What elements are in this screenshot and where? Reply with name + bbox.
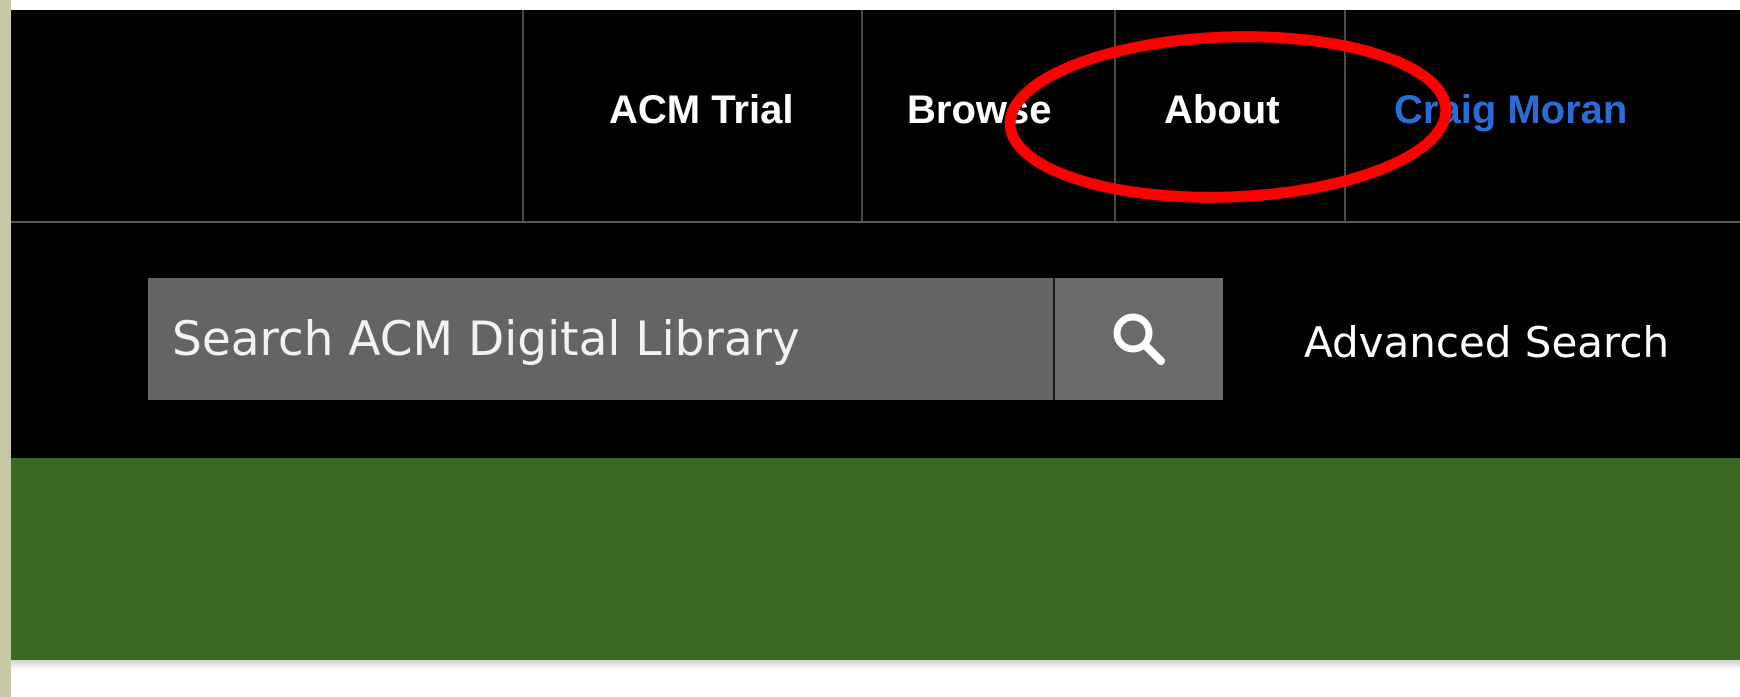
top-strip: [11, 0, 1740, 10]
banner-shadow: [11, 660, 1740, 670]
nav-separator: [861, 10, 863, 221]
nav-separator: [522, 10, 524, 221]
nav-item-browse[interactable]: Browse: [907, 80, 1052, 140]
top-navigation: ACM Trial Browse About Craig Moran: [11, 10, 1740, 223]
hero-banner: [11, 458, 1740, 660]
user-account-link[interactable]: Craig Moran: [1394, 80, 1627, 140]
site-header: ACM Trial Browse About Craig Moran Advan…: [11, 10, 1740, 458]
search-input[interactable]: [148, 278, 1048, 400]
nav-separator: [1344, 10, 1346, 221]
nav-item-acm-trial[interactable]: ACM Trial: [609, 80, 793, 140]
left-edge: [0, 0, 11, 697]
advanced-search-link[interactable]: Advanced Search: [1304, 315, 1669, 371]
page: ACM Trial Browse About Craig Moran Advan…: [0, 0, 1740, 697]
search-bar: [148, 278, 1223, 400]
search-icon: [1113, 313, 1165, 365]
nav-separator: [1114, 10, 1116, 221]
search-button[interactable]: [1055, 278, 1223, 400]
nav-item-about[interactable]: About: [1164, 80, 1280, 140]
nav-divider: [11, 221, 1740, 223]
